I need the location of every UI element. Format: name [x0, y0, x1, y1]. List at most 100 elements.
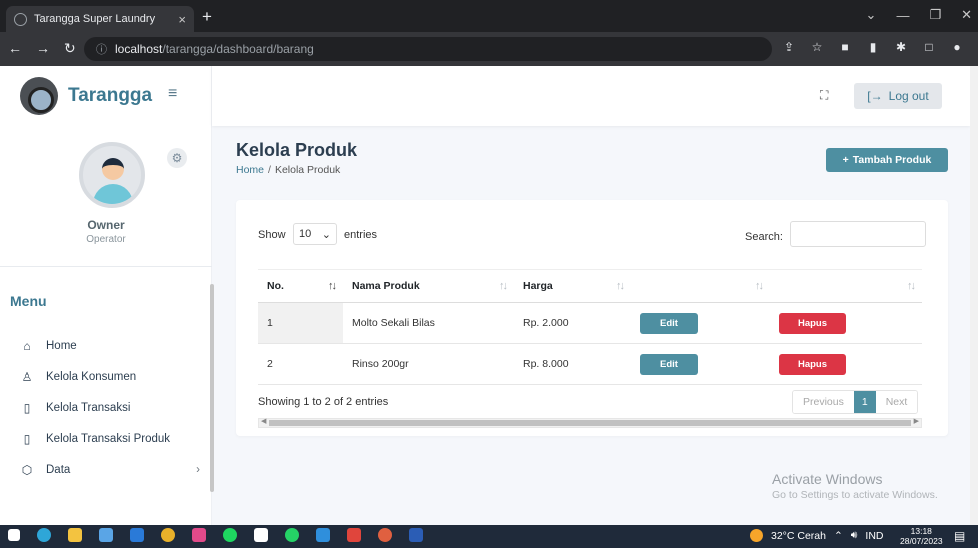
- sidebar-menu: ⌂ Home ♙ Kelola Konsumen ▯ Kelola Transa…: [20, 330, 200, 485]
- url-bar[interactable]: ⓘ localhost /tarangga/dashboard/barang: [84, 37, 772, 61]
- tab-title: Tarangga Super Laundry: [34, 13, 156, 25]
- hamburger-icon[interactable]: ≡: [168, 85, 177, 103]
- tradingview-icon[interactable]: [254, 528, 268, 542]
- add-product-label: Tambah Produk: [852, 154, 932, 166]
- spotify-icon[interactable]: [223, 528, 237, 542]
- app-icon[interactable]: [192, 528, 206, 542]
- bookmark-star-icon[interactable]: ☆: [810, 40, 824, 54]
- globe-icon: [14, 12, 27, 26]
- windows-start-icon[interactable]: [8, 529, 20, 541]
- app-icon[interactable]: [347, 528, 361, 542]
- chrome-icon[interactable]: [378, 528, 392, 542]
- back-icon[interactable]: ←: [8, 40, 22, 57]
- sidebar-item-kelola-transaksi[interactable]: ▯ Kelola Transaksi: [20, 392, 200, 423]
- extension-icon[interactable]: ■: [838, 40, 852, 54]
- divider: [0, 266, 212, 267]
- taskbar-apps: [8, 528, 423, 542]
- sidebar-item-kelola-transaksi-produk[interactable]: ▯ Kelola Transaksi Produk: [20, 423, 200, 454]
- column-header-edit[interactable]: ↑↓: [631, 269, 770, 303]
- sort-icon: ↑↓: [328, 280, 337, 292]
- column-header-delete[interactable]: ↑↓: [770, 269, 922, 303]
- file-explorer-icon[interactable]: [68, 528, 82, 542]
- washing-machine-logo-icon: [20, 77, 58, 115]
- browser-tab[interactable]: Tarangga Super Laundry ×: [6, 6, 194, 32]
- extension-icon[interactable]: ▮: [866, 40, 880, 54]
- sidebar-scrollbar[interactable]: [210, 284, 214, 492]
- scroll-left-icon[interactable]: ◀: [261, 417, 266, 425]
- sidebar-item-label: Kelola Transaksi Produk: [46, 432, 171, 445]
- sidebar-item-label: Home: [46, 339, 77, 352]
- add-product-button[interactable]: + Tambah Produk: [826, 148, 948, 172]
- info-icon[interactable]: ⓘ: [96, 41, 107, 57]
- pager-previous[interactable]: Previous: [793, 391, 854, 413]
- box-icon: ⬡: [21, 462, 33, 477]
- breadcrumb-home[interactable]: Home: [236, 164, 264, 176]
- column-header-name[interactable]: Nama Produk ↑↓: [343, 269, 514, 303]
- pager-page-1[interactable]: 1: [853, 391, 876, 413]
- table-horizontal-scrollbar[interactable]: ◀ ▶: [258, 418, 922, 428]
- word-icon[interactable]: [409, 528, 423, 542]
- weather-icon[interactable]: [750, 529, 763, 542]
- file-icon: ▯: [23, 431, 31, 446]
- chevron-up-icon[interactable]: ⌃: [834, 530, 843, 542]
- new-tab-button[interactable]: +: [198, 8, 216, 26]
- gear-icon[interactable]: ⚙: [167, 148, 187, 168]
- volume-icon[interactable]: 🔊︎: [851, 529, 858, 542]
- vscode-icon[interactable]: [316, 528, 330, 542]
- clock-time: 13:18: [910, 526, 932, 536]
- scrollbar-thumb[interactable]: [269, 420, 911, 426]
- cell-name: Rinso 200gr: [343, 343, 514, 385]
- sidepanel-icon[interactable]: □: [922, 40, 936, 54]
- delete-button[interactable]: Hapus: [779, 353, 846, 375]
- logout-button[interactable]: [→ Log out: [854, 83, 942, 109]
- minimize-button[interactable]: —: [896, 8, 909, 23]
- column-header-no[interactable]: No. ↑↓: [258, 269, 343, 303]
- delete-button[interactable]: Hapus: [779, 312, 846, 334]
- page-length-value: 10: [299, 228, 312, 240]
- search-input[interactable]: [790, 221, 926, 247]
- puzzle-icon[interactable]: ✱: [894, 40, 908, 54]
- forward-icon[interactable]: →: [36, 40, 50, 57]
- language-indicator[interactable]: IND: [865, 530, 883, 542]
- sidebar-item-kelola-konsumen[interactable]: ♙ Kelola Konsumen: [20, 361, 200, 392]
- edit-button[interactable]: Edit: [640, 353, 698, 375]
- close-window-button[interactable]: ✕: [961, 7, 972, 23]
- whatsapp-icon[interactable]: [285, 528, 299, 542]
- tab-close-icon[interactable]: ×: [178, 12, 186, 27]
- notification-icon[interactable]: ▤: [954, 529, 965, 543]
- page-length-select[interactable]: 10 ⌄: [293, 223, 337, 245]
- restore-button[interactable]: ❐: [929, 7, 941, 23]
- page-scrollbar[interactable]: [970, 66, 978, 525]
- clock[interactable]: 13:18 28/07/2023: [900, 526, 943, 546]
- cell-delete: Hapus: [770, 302, 922, 344]
- table-header-row: No. ↑↓ Nama Produk ↑↓ Harga ↑↓ ↑↓ ↑↓: [258, 269, 922, 303]
- window-controls: ⌄ — ❐ ✕: [866, 4, 972, 26]
- pager-next[interactable]: Next: [875, 391, 918, 413]
- fullscreen-icon[interactable]: ⛶: [820, 88, 828, 103]
- user-name: Owner: [87, 218, 125, 232]
- mail-icon[interactable]: [130, 528, 144, 542]
- cell-edit: Edit: [631, 302, 770, 344]
- share-icon[interactable]: ⇪: [782, 40, 796, 54]
- nav-buttons: ← → ↻: [8, 40, 76, 57]
- breadcrumb: Home / Kelola Produk: [236, 164, 340, 176]
- brand[interactable]: Tarangga: [20, 76, 152, 116]
- avatar: [79, 142, 145, 208]
- sidebar-item-data[interactable]: ⬡ Data ›: [20, 454, 200, 485]
- tab-search-icon[interactable]: ⌄: [866, 7, 877, 23]
- clock-date: 28/07/2023: [900, 536, 943, 546]
- edge-icon[interactable]: [37, 528, 51, 542]
- store-icon[interactable]: [99, 528, 113, 542]
- weather-text[interactable]: 32°C Cerah: [771, 530, 826, 542]
- chrome-icon[interactable]: [161, 528, 175, 542]
- products-table: No. ↑↓ Nama Produk ↑↓ Harga ↑↓ ↑↓ ↑↓ 1 Molt…: [258, 269, 922, 385]
- scroll-right-icon[interactable]: ▶: [914, 417, 919, 425]
- user-icon: ♙: [21, 369, 33, 384]
- reload-icon[interactable]: ↻: [64, 40, 76, 57]
- sidebar-item-home[interactable]: ⌂ Home: [20, 330, 200, 361]
- sidebar: Tarangga ≡ ⚙ Owner Operator Menu ⌂ Home …: [0, 66, 214, 525]
- breadcrumb-current: Kelola Produk: [274, 164, 341, 176]
- edit-button[interactable]: Edit: [640, 312, 698, 334]
- column-header-price[interactable]: Harga ↑↓: [514, 269, 631, 303]
- profile-icon[interactable]: ●: [950, 40, 964, 54]
